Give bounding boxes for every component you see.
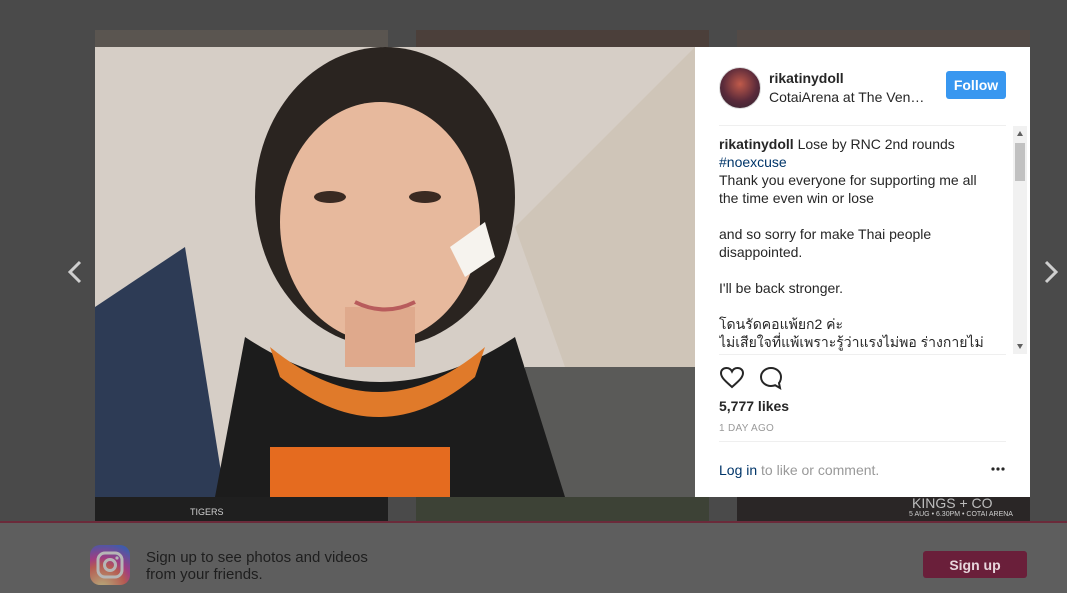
caption-text: Lose by RNC 2nd rounds xyxy=(797,136,955,152)
signup-message: Sign up to see photos and videos from yo… xyxy=(146,549,368,583)
camera-glyph xyxy=(96,551,124,579)
caption-line: ไม่เสียใจที่แพ้เพราะรู้ว่าแรงไม่พอ ร่างก… xyxy=(719,334,984,350)
post-modal: rikatinydoll CotaiArena at The Venetian … xyxy=(95,47,1030,497)
scrollbar-thumb[interactable] xyxy=(1015,143,1025,181)
signup-line: from your friends. xyxy=(146,566,263,583)
post-timestamp[interactable]: 1 DAY AGO xyxy=(719,423,774,434)
tile-text: TIGERS xyxy=(190,507,224,517)
chevron-right-icon xyxy=(1044,260,1059,284)
like-button[interactable] xyxy=(719,365,745,391)
scroll-up-icon[interactable] xyxy=(1017,131,1023,136)
hashtag-link[interactable]: #noexcuse xyxy=(719,153,1006,171)
likes-count[interactable]: 5,777 likes xyxy=(719,398,789,414)
caption-line: disappointed. xyxy=(719,244,803,260)
caption-blank xyxy=(719,261,1006,279)
header-username[interactable]: rikatinydoll xyxy=(769,70,844,86)
scroll-down-icon[interactable] xyxy=(1017,344,1023,349)
login-link[interactable]: Log in xyxy=(719,462,757,478)
more-options-button[interactable] xyxy=(990,461,1006,477)
background-tile xyxy=(416,30,709,47)
chevron-left-icon xyxy=(67,260,82,284)
post-side-panel: rikatinydoll CotaiArena at The Venetian … xyxy=(695,47,1030,497)
next-post-button[interactable] xyxy=(1038,256,1062,288)
background-tile xyxy=(416,497,709,521)
comment-bubble-icon xyxy=(759,366,783,390)
more-options-icon xyxy=(991,467,1005,471)
caption-blank xyxy=(719,297,1006,315)
caption-username[interactable]: rikatinydoll xyxy=(719,136,794,152)
divider xyxy=(719,441,1006,442)
caption-line: the time even win or lose xyxy=(719,190,874,206)
follow-button[interactable]: Follow xyxy=(946,71,1006,99)
background-tile xyxy=(737,30,1030,47)
previous-post-button[interactable] xyxy=(64,256,88,288)
post-header: rikatinydoll CotaiArena at The Venetian … xyxy=(719,65,1006,126)
caption-line: Thank you everyone for supporting me all xyxy=(719,172,977,188)
caption-line: I'll be back stronger. xyxy=(719,280,844,296)
background-tile: KINGS + CO 5 AUG • 6.30PM • COTAI ARENA xyxy=(737,495,1030,521)
login-prompt-text: to like or comment. xyxy=(757,462,880,478)
location-link[interactable]: CotaiArena at The Venetian Macao xyxy=(769,89,931,105)
background-tile: TIGERS xyxy=(95,497,388,521)
avatar[interactable] xyxy=(719,67,761,109)
photo-illustration xyxy=(95,47,695,497)
tile-text: KINGS + CO xyxy=(912,495,993,511)
signup-banner: Sign up to see photos and videos from yo… xyxy=(0,521,1067,593)
caption-blank xyxy=(719,207,1006,225)
tile-subtext: 5 AUG • 6.30PM • COTAI ARENA xyxy=(909,511,1013,518)
divider xyxy=(719,354,1006,355)
signup-line: Sign up to see photos and videos xyxy=(146,549,368,566)
instagram-logo-icon xyxy=(90,545,130,585)
comment-button[interactable] xyxy=(758,365,784,391)
caption-line: and so sorry for make Thai people xyxy=(719,226,932,242)
caption-scrollbar[interactable] xyxy=(1013,126,1027,354)
post-photo[interactable] xyxy=(95,47,695,497)
caption-line: โดนรัดคอแพ้ยก2 ค่ะ xyxy=(719,316,844,332)
caption-area: rikatinydoll Lose by RNC 2nd rounds #noe… xyxy=(719,135,1006,353)
heart-icon xyxy=(719,366,745,389)
login-prompt: Log in to like or comment. xyxy=(719,462,879,478)
background-tile xyxy=(95,30,388,47)
caption-first-line: rikatinydoll Lose by RNC 2nd rounds xyxy=(719,135,1006,153)
signup-button[interactable]: Sign up xyxy=(923,551,1027,578)
